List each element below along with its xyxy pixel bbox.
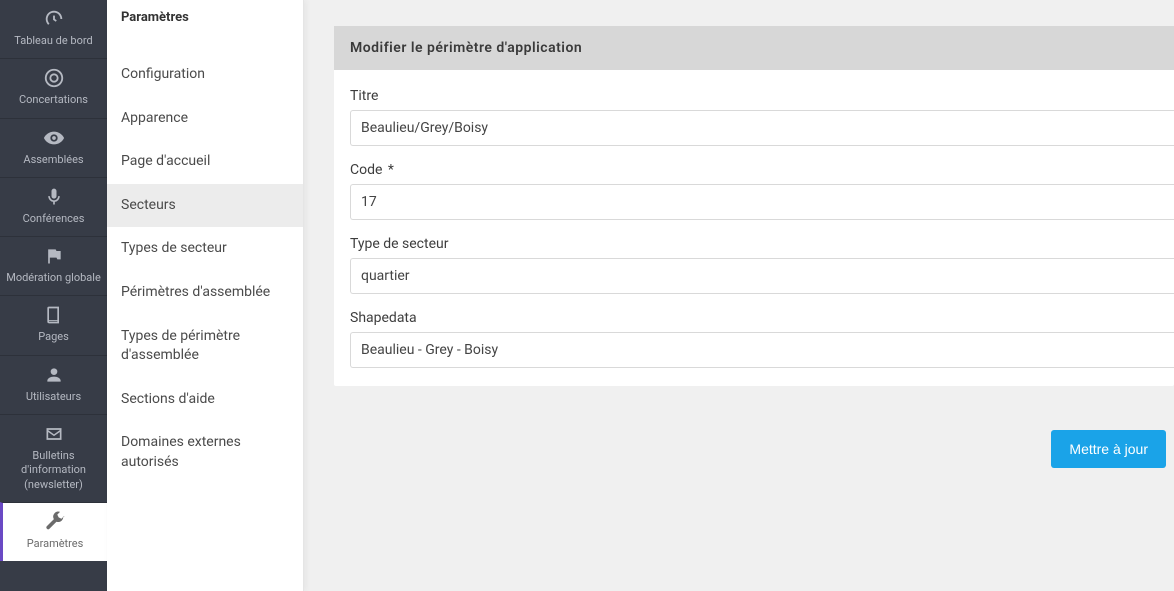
required-marker: * <box>388 162 394 178</box>
label-titre: Titre <box>350 88 1174 104</box>
eye-icon <box>43 127 65 149</box>
rail-item-conferences[interactable]: Conférences <box>0 177 107 236</box>
label-code-text: Code <box>350 162 382 178</box>
sidebar-item-assembly-perimeters[interactable]: Périmètres d'assemblée <box>107 271 303 315</box>
form-panel: Modifier le périmètre d'application Titr… <box>334 26 1174 386</box>
sidebar-item-appearance[interactable]: Apparence <box>107 97 303 141</box>
rail-label: Bulletins d'information (newsletter) <box>4 449 103 492</box>
sidebar-item-external-domains[interactable]: Domaines externes autorisés <box>107 421 303 484</box>
form-actions: Mettre à jour <box>334 430 1174 468</box>
main-content: Modifier le périmètre d'application Titr… <box>304 0 1174 591</box>
sidebar-item-assembly-perimeter-types[interactable]: Types de périmètre d'assemblée <box>107 315 303 378</box>
rail-item-dashboard[interactable]: Tableau de bord <box>0 0 107 58</box>
target-icon <box>43 67 65 89</box>
panel-body: Titre Code * Type de secteur quartier Sh… <box>334 70 1174 386</box>
rail-item-moderation[interactable]: Modération globale <box>0 236 107 295</box>
rail-label: Tableau de bord <box>14 34 92 48</box>
select-type-secteur[interactable]: quartier <box>350 258 1174 294</box>
rail-label: Paramètres <box>27 537 84 551</box>
rail-item-newsletter[interactable]: Bulletins d'information (newsletter) <box>0 414 107 502</box>
sidebar-item-configuration[interactable]: Configuration <box>107 53 303 97</box>
field-titre: Titre <box>350 88 1174 146</box>
mic-icon <box>44 186 64 208</box>
sidebar-item-sectors[interactable]: Secteurs <box>107 184 303 228</box>
rail-label: Pages <box>38 330 69 344</box>
book-icon <box>44 304 64 326</box>
primary-nav-rail: Tableau de bord Concertations Assemblées… <box>0 0 107 591</box>
sidebar-item-sector-types[interactable]: Types de secteur <box>107 227 303 271</box>
sidebar-item-help-sections[interactable]: Sections d'aide <box>107 378 303 422</box>
user-icon <box>44 364 64 386</box>
rail-item-users[interactable]: Utilisateurs <box>0 355 107 414</box>
sidebar-title: Paramètres <box>107 10 303 53</box>
rail-label: Modération globale <box>6 271 101 285</box>
select-shapedata[interactable]: Beaulieu - Grey - Boisy <box>350 332 1174 368</box>
field-shapedata: Shapedata Beaulieu - Grey - Boisy <box>350 310 1174 368</box>
input-code[interactable] <box>350 184 1174 220</box>
rail-item-assemblies[interactable]: Assemblées <box>0 118 107 177</box>
rail-label: Assemblées <box>23 153 83 167</box>
mail-icon <box>44 423 64 445</box>
field-code: Code * <box>350 162 1174 220</box>
panel-title: Modifier le périmètre d'application <box>334 26 1174 70</box>
rail-label: Conférences <box>23 212 85 226</box>
label-shapedata: Shapedata <box>350 310 1174 326</box>
field-type-secteur: Type de secteur quartier <box>350 236 1174 294</box>
gauge-icon <box>43 8 65 30</box>
wrench-icon <box>44 511 66 533</box>
sidebar-item-homepage[interactable]: Page d'accueil <box>107 140 303 184</box>
submit-button[interactable]: Mettre à jour <box>1051 430 1166 468</box>
rail-item-settings[interactable]: Paramètres <box>0 502 107 561</box>
input-titre[interactable] <box>350 110 1174 146</box>
settings-sidebar: Paramètres Configuration Apparence Page … <box>107 0 304 591</box>
rail-label: Concertations <box>19 93 88 107</box>
rail-label: Utilisateurs <box>26 390 81 404</box>
flag-icon <box>44 245 64 267</box>
rail-item-concertations[interactable]: Concertations <box>0 58 107 117</box>
label-code: Code * <box>350 162 1174 178</box>
label-type-secteur: Type de secteur <box>350 236 1174 252</box>
rail-item-pages[interactable]: Pages <box>0 295 107 354</box>
